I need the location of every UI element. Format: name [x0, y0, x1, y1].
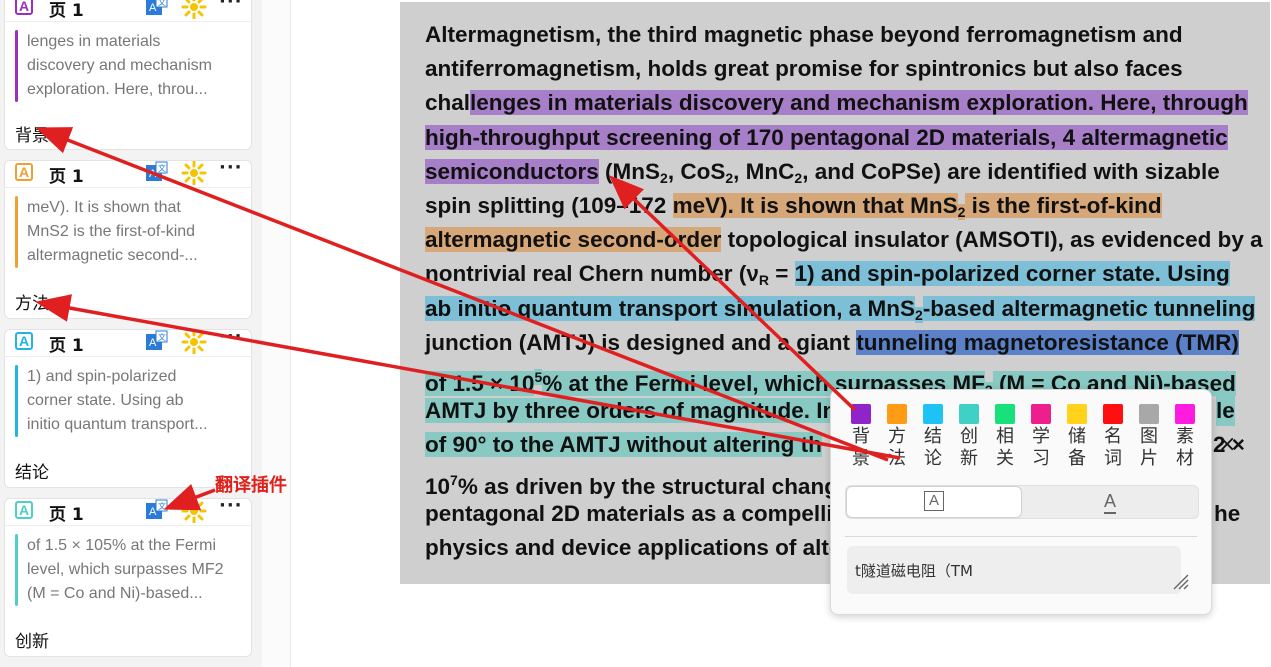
annotation-arrows — [35, 127, 901, 511]
arrow-to-text — [608, 175, 857, 412]
arrow-to-background — [35, 127, 889, 462]
arrow-to-method — [35, 294, 901, 460]
plugin-annotation-label: 翻译插件 — [215, 475, 287, 496]
arrow-to-translate-plugin — [163, 484, 216, 511]
